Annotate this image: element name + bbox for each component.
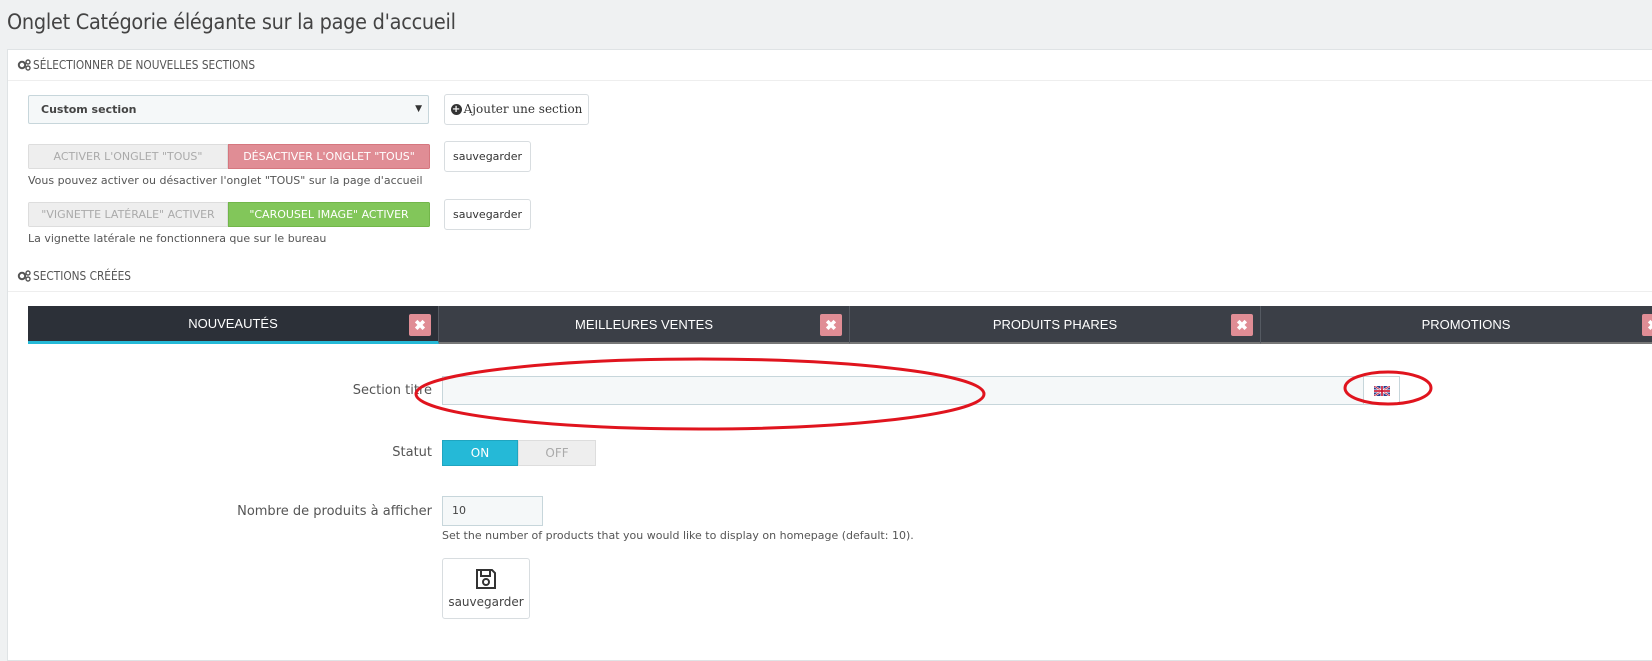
tab-label: PRODUITS PHARES [992,316,1118,332]
tab-label: PROMOTIONS [1421,316,1511,332]
floppy-disk-icon [476,569,496,589]
tab-all-help: Vous pouvez activer ou désactiver l'ongl… [28,174,423,187]
page-title: Onglet Catégorie élégante sur la page d'… [7,10,456,34]
section-select-value: Custom section [41,103,137,116]
delete-tab-icon[interactable]: ✖ [820,314,842,336]
product-count-label: Nombre de produits à afficher [237,504,432,519]
status-label: Statut [392,445,432,460]
vignette-help: La vignette latérale ne fonctionnera que… [28,232,327,245]
caret-down-icon: ▼ [415,104,422,114]
plus-circle-icon: + [450,104,462,115]
save-section-button[interactable]: sauvegarder [442,558,530,619]
save-tab-all-button[interactable]: sauvegarder [444,141,531,172]
settings-panel: SÉLECTIONNER DE NOUVELLES SECTIONS Custo… [7,49,1652,661]
tab-all-toggle: ACTIVER L'ONGLET "TOUS" DÉSACTIVER L'ONG… [28,144,430,169]
tab-meilleures-ventes[interactable]: MEILLEURES VENTES ✖ [439,306,850,344]
tab-label: MEILLEURES VENTES [575,316,713,332]
uk-flag-icon [1373,385,1390,396]
status-off[interactable]: OFF [518,440,596,466]
new-sections-title: SÉLECTIONNER DE NOUVELLES SECTIONS [33,58,256,72]
activate-tab-all-button[interactable]: ACTIVER L'ONGLET "TOUS" [28,144,228,169]
created-sections-header: SECTIONS CRÉÉES [8,261,1652,292]
delete-tab-icon[interactable]: ✖ [1231,314,1253,336]
tab-label: NOUVEAUTÉS [188,316,278,331]
new-sections-header: SÉLECTIONNER DE NOUVELLES SECTIONS [8,50,1652,81]
product-count-help: Set the number of products that you woul… [442,529,914,542]
save-section-label: sauvegarder [448,595,524,609]
delete-tab-icon[interactable]: ✖ [409,314,431,336]
status-switch[interactable]: ON OFF [442,440,596,466]
created-sections-title: SECTIONS CRÉÉES [33,269,132,283]
save-vignette-button[interactable]: sauvegarder [444,199,531,230]
language-flag-button[interactable] [1364,376,1400,405]
gears-icon [17,270,31,282]
gears-icon [17,59,31,71]
vignette-toggle: "VIGNETTE LATÉRALE" ACTIVER "CAROUSEL IM… [28,202,430,227]
status-on[interactable]: ON [442,440,518,466]
section-title-label: Section titre [352,383,432,398]
section-tabs: NOUVEAUTÉS ✖ MEILLEURES VENTES ✖ PRODUIT… [28,306,1652,346]
add-section-button[interactable]: + Ajouter une section [444,94,589,125]
section-select[interactable]: Custom section ▼ [28,95,429,124]
carousel-image-button[interactable]: "CAROUSEL IMAGE" ACTIVER [228,202,430,227]
section-title-input[interactable] [442,376,1364,405]
lateral-vignette-button[interactable]: "VIGNETTE LATÉRALE" ACTIVER [28,202,228,227]
tab-produits-phares[interactable]: PRODUITS PHARES ✖ [850,306,1261,344]
add-section-label: Ajouter une section [463,102,583,116]
tab-promotions[interactable]: PROMOTIONS ✖ [1261,306,1652,344]
product-count-input[interactable]: 10 [442,496,543,526]
delete-tab-icon[interactable]: ✖ [1642,314,1652,336]
deactivate-tab-all-button[interactable]: DÉSACTIVER L'ONGLET "TOUS" [228,144,430,169]
tab-nouveautes[interactable]: NOUVEAUTÉS ✖ [28,306,439,344]
